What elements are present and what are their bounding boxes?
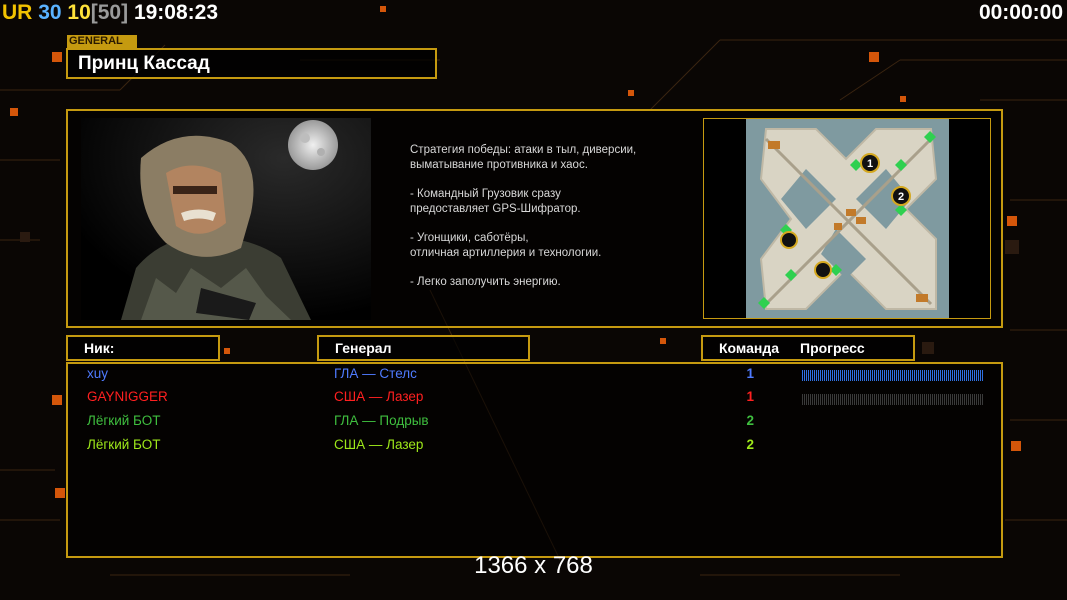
player-team: 2	[746, 413, 754, 428]
general-portrait	[81, 118, 371, 320]
description-line: Стратегия победы: атаки в тыл, диверсии,…	[410, 144, 637, 171]
header-team-progress: Команда Прогресс	[701, 335, 915, 361]
map-marker-1: 1	[867, 158, 873, 170]
description-line: - Легко заполучить энергию.	[410, 276, 561, 288]
resolution-label: 1366 x 768	[474, 552, 593, 579]
player-team: 1	[746, 366, 754, 381]
description-line: - Угонщики, саботёры, отличная артиллери…	[410, 232, 602, 259]
player-general: ГЛА — Подрыв	[334, 413, 429, 428]
header-progress-label: Прогресс	[800, 340, 865, 356]
player-general: США — Лазер	[334, 389, 424, 404]
general-name: Принц Кассад	[78, 53, 210, 74]
player-general: США — Лазер	[334, 437, 424, 452]
progress-bar	[802, 368, 983, 381]
hud-value-a: 30	[38, 1, 62, 24]
start-position-marker: 1	[860, 153, 880, 173]
empty-start-marker	[780, 231, 798, 249]
fps-counter: UR 30 10[50] 19:08:23	[2, 0, 218, 26]
player-team: 1	[746, 389, 754, 404]
game-timer: 00:00:00	[978, 1, 1063, 24]
header-general-label: Генерал	[335, 340, 392, 356]
map-preview[interactable]: 1 2	[746, 119, 949, 318]
clock: 19:08:23	[133, 1, 219, 24]
hud-value-c: [50]	[90, 1, 129, 24]
start-position-marker: 2	[891, 186, 911, 206]
player-nick: GAYNIGGER	[87, 389, 168, 404]
header-nick: Ник:	[66, 335, 220, 361]
header-general: Генерал	[317, 335, 530, 361]
empty-start-marker	[814, 261, 832, 279]
general-title-box: Принц Кассад	[66, 48, 437, 79]
player-general: ГЛА — Стелс	[334, 366, 417, 381]
strategy-description: Стратегия победы: атаки в тыл, диверсии,…	[410, 143, 690, 304]
general-tag: GENERAL	[67, 35, 137, 48]
ur-label: UR	[2, 1, 33, 24]
progress-bar	[802, 392, 983, 405]
header-team-label: Команда	[719, 340, 779, 356]
header-nick-label: Ник:	[84, 340, 115, 356]
map-marker-2: 2	[898, 191, 904, 203]
player-nick: Лёгкий БОТ	[87, 413, 161, 428]
player-nick: Лёгкий БОТ	[87, 437, 161, 452]
hud-value-b: 10	[67, 1, 91, 24]
player-team: 2	[746, 437, 754, 452]
description-line: - Командный Грузовик сразу предоставляет…	[410, 188, 581, 215]
player-nick: xuy	[87, 366, 109, 381]
